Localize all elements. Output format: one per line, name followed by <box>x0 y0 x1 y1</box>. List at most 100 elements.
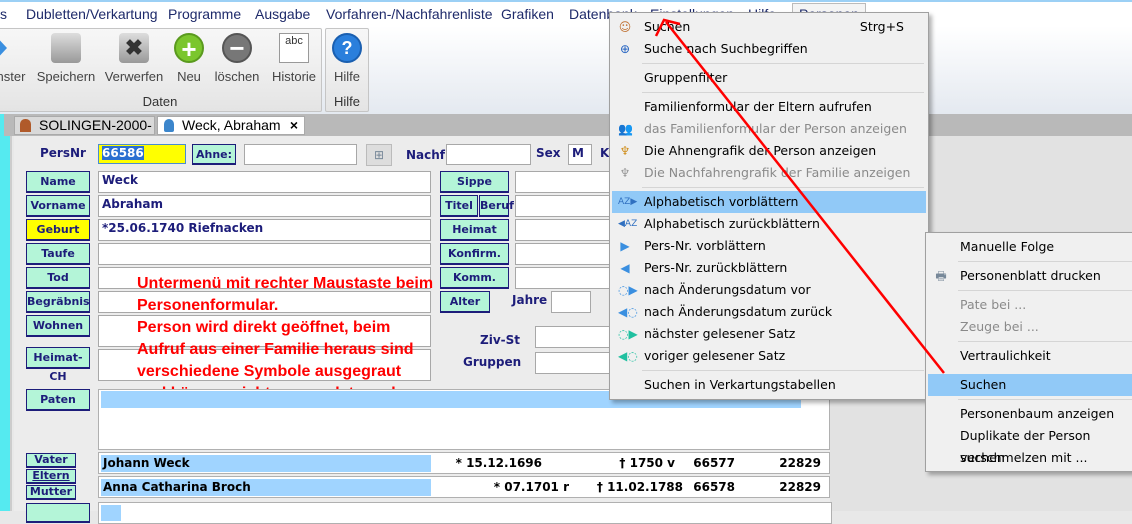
annotation-line: Personenformular. <box>137 297 279 314</box>
submenu-item-personenblatt-drucken[interactable]: 🖶 Personenblatt drucken <box>928 265 1132 287</box>
name-input[interactable]: Weck <box>98 171 431 193</box>
heimat-ch-button[interactable]: Heimat-CH <box>26 347 90 383</box>
ahne-button[interactable]: Ahne: <box>192 144 236 165</box>
menu-item-programme[interactable]: Programme <box>168 6 241 22</box>
menu-item-gruppenfilter[interactable]: Gruppenfilter <box>612 67 926 89</box>
help-button[interactable]: ? Hilfe <box>328 33 366 84</box>
menu-item-dubletten[interactable]: Dubletten/Verkartung <box>26 6 158 22</box>
descendant-tree-icon: ♆ <box>619 166 631 180</box>
beruf-button[interactable]: Beruf <box>479 195 514 217</box>
delete-button[interactable]: − löschen <box>211 33 263 84</box>
menu-item-alphabetisch-vor[interactable]: AZ▶ Alphabetisch vorblättern <box>612 191 926 213</box>
vorname-input[interactable]: Abraham <box>98 195 431 217</box>
beruf-input[interactable] <box>515 195 615 217</box>
menu-item-s[interactable]: s <box>0 6 7 22</box>
save-button[interactable]: Speichern <box>35 33 97 84</box>
tree-icon[interactable]: ⊞ <box>366 144 392 166</box>
partner-button[interactable] <box>26 503 90 523</box>
help-label: Hilfe <box>333 69 360 84</box>
submenu-item-personenbaum[interactable]: Personenbaum anzeigen <box>928 403 1132 425</box>
document-tabs: SOLINGEN-2000-G Weck, Abraham × <box>0 114 1132 149</box>
menu-item-voriger-satz[interactable]: ◀◌ voriger gelesener Satz <box>612 345 926 367</box>
menu-item-vorfahren[interactable]: Vorfahren-/Nachfahrenliste <box>326 6 493 22</box>
left-splitter[interactable] <box>0 136 12 511</box>
taufe-input[interactable] <box>98 243 431 265</box>
menu-item-suchen[interactable]: ☺ Suchen Strg+S <box>612 16 926 38</box>
zivst-input[interactable] <box>535 326 615 348</box>
father-row[interactable]: Johann Weck * 15.12.1696 † 1750 v 66577 … <box>98 452 830 474</box>
heimat-button[interactable]: Heimat <box>440 219 509 241</box>
jahre-input[interactable] <box>551 291 591 313</box>
tab-weck-abraham[interactable]: Weck, Abraham × <box>157 116 305 135</box>
arrow-right-icon: ▶ <box>620 239 630 253</box>
menu-item-aenderung-zurueck[interactable]: ◀◌ nach Änderungsdatum zurück <box>612 301 926 323</box>
toolbar-group-daten: nster Speichern ✖ Verwerfen + Neu − löschen… <box>0 28 322 112</box>
menu-item-familienformular-person[interactable]: 👥 das Familienformular der Person anzeige… <box>612 118 926 140</box>
menu-item-alphabetisch-zurueck[interactable]: ◀AZ Alphabetisch zurückblättern <box>612 213 926 235</box>
submenu-item-duplikate[interactable]: Duplikate der Person suchen <box>928 425 1132 465</box>
menu-item-ausgabe[interactable]: Ausgabe <box>255 6 310 22</box>
gruppen-input[interactable] <box>535 352 615 374</box>
item-label: Familienformular der Eltern aufrufen <box>644 99 872 114</box>
geburt-input[interactable]: *25.06.1740 Riefnacken <box>98 219 431 241</box>
group-label-daten: Daten <box>142 94 178 109</box>
item-label: nach Änderungsdatum zurück <box>644 304 833 319</box>
fenster-button[interactable]: nster <box>0 33 29 84</box>
komm-input[interactable] <box>515 267 615 289</box>
begraebnis-button[interactable]: Begräbnis <box>26 291 90 313</box>
menu-bar: s Dubletten/Verkartung Programme Ausgabe… <box>0 0 1132 26</box>
taufe-button[interactable]: Taufe <box>26 243 90 265</box>
separator <box>958 341 1132 342</box>
menu-item-grafiken[interactable]: Grafiken <box>501 6 554 22</box>
submenu-item-vertraulichkeit[interactable]: Vertraulichkeit <box>928 345 1132 367</box>
vorname-button[interactable]: Vorname <box>26 195 90 217</box>
menu-item-ahnengrafik[interactable]: ♆ Die Ahnengrafik der Person anzeigen <box>612 140 926 162</box>
arrow-right-icon <box>0 33 7 63</box>
nachf-input[interactable] <box>446 144 531 165</box>
discard-button[interactable]: ✖ Verwerfen <box>103 33 165 84</box>
ahne-input[interactable] <box>244 144 357 165</box>
close-tab-icon[interactable]: × <box>290 117 298 133</box>
submenu-item-manuelle-folge[interactable]: Manuelle Folge <box>928 236 1132 258</box>
name-button[interactable]: Name <box>26 171 90 193</box>
konfirm-button[interactable]: Konfirm. <box>440 243 509 265</box>
mutter-button[interactable]: Mutter <box>26 485 76 500</box>
k-label: K <box>600 146 610 160</box>
sex-input[interactable]: M <box>568 144 592 165</box>
menu-item-naechster-satz[interactable]: ◌▶ nächster gelesener Satz <box>612 323 926 345</box>
paten-button[interactable]: Paten <box>26 389 90 411</box>
vater-button[interactable]: Vater <box>26 453 76 468</box>
sippe-button[interactable]: Sippe <box>440 171 509 193</box>
separator <box>958 261 1132 262</box>
history-button[interactable]: abc Historie <box>269 33 319 84</box>
titel-button[interactable]: Titel <box>440 195 478 217</box>
menu-item-aenderung-vor[interactable]: ◌▶ nach Änderungsdatum vor <box>612 279 926 301</box>
submenu-item-suchen[interactable]: Suchen <box>928 374 1132 396</box>
menu-item-persnr-zurueck[interactable]: ◀ Pers-Nr. zurückblättern <box>612 257 926 279</box>
database-save-icon <box>51 33 81 63</box>
tod-button[interactable]: Tod <box>26 267 90 289</box>
menu-item-persnr-vor[interactable]: ▶ Pers-Nr. vorblättern <box>612 235 926 257</box>
mother-row[interactable]: Anna Catharina Broch * 07.1701 r † 11.02… <box>98 476 830 498</box>
father-birth: * 15.12.1696 <box>455 456 542 470</box>
menu-item-verkartungstabellen[interactable]: Suchen in Verkartungstabellen <box>612 374 926 396</box>
ancestor-tree-icon: ♆ <box>619 144 631 158</box>
menu-item-nachfahrengrafik[interactable]: ♆ Die Nachfahrengrafik der Familie anzeig… <box>612 162 926 184</box>
persnr-input[interactable]: 66586 <box>98 144 186 164</box>
tab-solingen[interactable]: SOLINGEN-2000-G <box>14 116 155 149</box>
partner-table[interactable] <box>98 502 832 524</box>
alter-button[interactable]: Alter <box>440 291 490 313</box>
new-button[interactable]: + Neu <box>173 33 205 84</box>
wohnen-button[interactable]: Wohnen <box>26 315 90 337</box>
menu-item-familienformular-eltern[interactable]: Familienformular der Eltern aufrufen <box>612 96 926 118</box>
submenu-item-verschmelzen[interactable]: verschmelzen mit ... <box>928 447 1132 469</box>
komm-button[interactable]: Komm. <box>440 267 509 289</box>
eltern-button[interactable]: Eltern <box>26 469 76 484</box>
submenu-item-pate-bei[interactable]: Pate bei ... <box>928 294 1132 316</box>
konfirm-input[interactable] <box>515 243 615 265</box>
sippe-input[interactable] <box>515 171 615 193</box>
menu-item-suche-suchbegriffe[interactable]: ⊕ Suche nach Suchbegriffen <box>612 38 926 60</box>
heimat-input[interactable] <box>515 219 615 241</box>
submenu-item-zeuge-bei[interactable]: Zeuge bei ... <box>928 316 1132 338</box>
geburt-button[interactable]: Geburt <box>26 219 90 241</box>
